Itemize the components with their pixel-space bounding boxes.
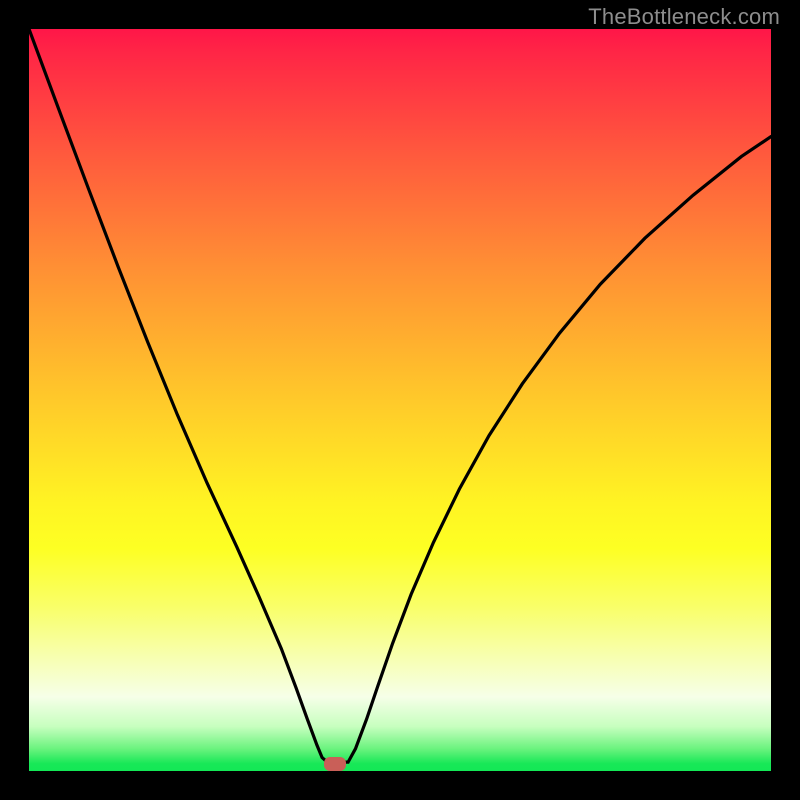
watermark-label: TheBottleneck.com [588,4,780,30]
chart-frame: TheBottleneck.com [0,0,800,800]
plot-area [29,29,771,771]
curve-path [29,29,771,762]
marker-dot [324,757,346,771]
bottleneck-curve [29,29,771,771]
